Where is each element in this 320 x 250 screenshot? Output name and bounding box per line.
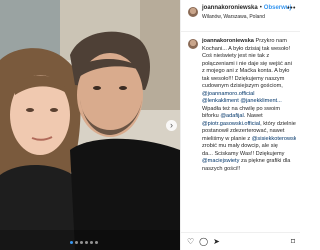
caption-text: Przykro nam xyxy=(253,38,287,44)
caption-text: połączeniami i nie daje się wejść ani xyxy=(202,60,292,67)
caption-line: cudownym dzisiejszym gościom, xyxy=(202,83,296,91)
chevron-right-icon: › xyxy=(170,120,173,130)
mention-link[interactable]: @maciejswiety xyxy=(202,158,239,164)
caption-text: postanowił zdezerterować, nawet xyxy=(202,128,285,134)
post-side-panel: joannakoroniewska • Obserwuj Wilanów, Wa… xyxy=(180,0,300,250)
post-caption: joannakoroniewska Przykro nam Kochani... … xyxy=(202,38,296,173)
mention-link[interactable]: @adafijal xyxy=(220,113,243,119)
caption-line: tak wesoło!!! Dziękujemy naszym xyxy=(202,76,296,84)
mention-link[interactable]: @joannamoro.official xyxy=(202,91,255,97)
heart-icon[interactable]: ♡ xyxy=(187,237,194,246)
caption-line: biforku @adafijal. Nawet xyxy=(202,113,296,121)
caption-line: @piotr.gasowski.official, który dzielnie xyxy=(202,121,296,129)
carousel-dot xyxy=(70,241,73,244)
caption-text: Coś nieświety jest nie tak z xyxy=(202,53,270,59)
comment-icon[interactable]: ◯ xyxy=(199,237,208,246)
caption-text: , który dzielnie xyxy=(260,120,296,127)
carousel-indicator xyxy=(70,241,98,244)
caption-line: z mojego ani z Maćka konta. A było xyxy=(202,68,296,76)
carousel-dot xyxy=(75,241,78,244)
instagram-post: › joannakoroniewska • Obserwuj Wilanów, … xyxy=(0,0,300,250)
mention-link[interactable]: @lenkakliment xyxy=(202,98,239,104)
caption-text: za piękne grafiki dla xyxy=(239,158,291,164)
carousel-dot xyxy=(90,241,93,244)
carousel-next-button[interactable]: › xyxy=(166,120,177,131)
caption-line: naszych gości!! xyxy=(202,166,296,174)
carousel-dot xyxy=(85,241,88,244)
mention-link[interactable]: @piotr.gasowski.official xyxy=(202,121,260,127)
mention-link[interactable]: @janekkliment... xyxy=(240,98,281,104)
caption-text: da... Ściskamy Was!! Dziękujemy xyxy=(202,150,285,157)
caption-line: @lenkakliment @janekkliment... xyxy=(202,98,296,106)
avatar[interactable] xyxy=(188,7,198,17)
caption-username-link[interactable]: joannakoroniewska xyxy=(202,38,254,44)
caption-line: @maciejswiety za piękne grafiki dla xyxy=(202,158,296,166)
caption-text: Wpadła też na chwilę po swoim xyxy=(202,105,281,112)
carousel-dot xyxy=(95,241,98,244)
caption-line: Coś nieświety jest nie tak z xyxy=(202,53,296,61)
caption-text: cudownym dzisiejszym gościom, xyxy=(202,83,283,89)
caption-text: Kochani... A było dzisiaj tak wesoło! xyxy=(202,45,290,52)
post-photo[interactable]: › xyxy=(0,0,180,250)
location-link[interactable]: Wilanów, Warszawa, Poland xyxy=(202,14,296,20)
caption-text: biforku xyxy=(202,113,221,119)
caption-line: Wpadła też na chwilę po swoim xyxy=(202,106,296,114)
caption-line: da... Ściskamy Was!! Dziękujemy xyxy=(202,151,296,159)
caption-line: mieliśmy w planie z @sisiekkoterowski xyxy=(202,136,296,144)
caption-line: zrobić mu mały dowcip, ale się xyxy=(202,143,296,151)
more-options-icon[interactable]: ••• xyxy=(287,5,296,12)
separator-dot: • xyxy=(259,5,262,11)
mention-link[interactable]: @sisiekkoterowski xyxy=(252,136,296,142)
caption-line: Kochani... A było dzisiaj tak wesoło! xyxy=(202,46,296,54)
action-bar: ♡ ◯ ➤ ⌑ xyxy=(181,232,300,250)
caption-line: połączeniami i nie daje się wejść ani xyxy=(202,61,296,69)
caption-line: @joannamoro.official xyxy=(202,91,296,99)
caption-area: joannakoroniewska Przykro nam Kochani... … xyxy=(181,32,300,232)
caption-text: naszych gości!! xyxy=(202,165,241,172)
caption-line: postanowił zdezerterować, nawet xyxy=(202,128,296,136)
caption-text: z mojego ani z Maćka konta. A było xyxy=(202,68,290,74)
username-link[interactable]: joannakoroniewska xyxy=(202,5,258,11)
caption-text: zrobić mu mały dowcip, ale się xyxy=(202,143,278,149)
caption-line: joannakoroniewska Przykro nam xyxy=(202,38,296,46)
post-header: joannakoroniewska • Obserwuj Wilanów, Wa… xyxy=(181,0,300,32)
share-icon[interactable]: ➤ xyxy=(213,237,220,246)
couple-selfie-image xyxy=(0,0,180,250)
caption-avatar[interactable] xyxy=(188,39,198,49)
caption-text: tak wesoło!!! Dziękujemy naszym xyxy=(202,75,285,82)
bookmark-icon[interactable]: ⌑ xyxy=(291,237,295,246)
carousel-dot xyxy=(80,241,83,244)
caption-text: mieliśmy w planie z xyxy=(202,135,252,142)
caption-text: . Nawet xyxy=(243,113,263,119)
